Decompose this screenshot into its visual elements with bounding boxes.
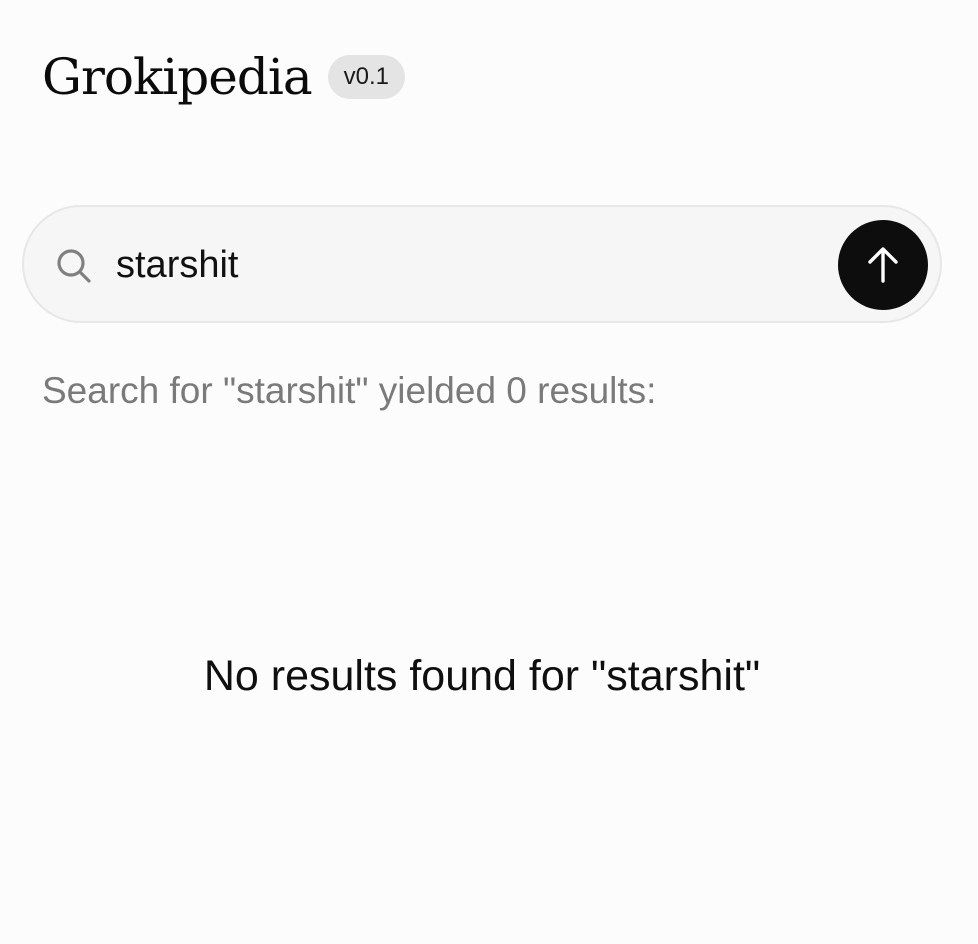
search-icon	[57, 249, 91, 283]
header: Grokipedia v0.1	[42, 42, 406, 112]
search-input[interactable]	[116, 237, 816, 293]
no-results-message: No results found for "starshit"	[203, 652, 761, 700]
version-badge: v0.1	[327, 55, 406, 99]
submit-search-button[interactable]	[838, 220, 928, 310]
result-summary: Search for "starshit" yielded 0 results:	[42, 370, 657, 411]
logo[interactable]: Grokipedia	[42, 52, 313, 102]
arrow-up-icon	[868, 247, 898, 283]
search-bar	[22, 205, 942, 323]
